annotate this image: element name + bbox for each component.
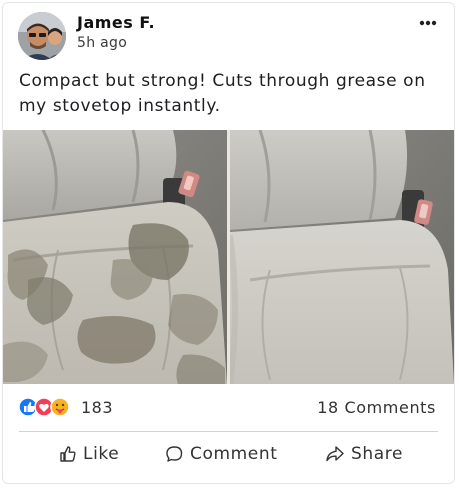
after-photo[interactable] <box>227 129 454 385</box>
more-options-icon[interactable] <box>416 15 440 31</box>
divider <box>19 431 438 432</box>
like-label: Like <box>83 444 120 464</box>
author-name[interactable]: James F. <box>77 13 155 32</box>
post-actions: Like Comment Share <box>3 435 454 475</box>
avatar[interactable] <box>18 12 66 60</box>
post-stats: 183 18 Comments <box>3 393 454 423</box>
reaction-count[interactable]: 183 <box>81 398 113 417</box>
reaction-icons[interactable] <box>18 396 78 418</box>
post-timestamp[interactable]: 5h ago <box>77 35 127 51</box>
like-button[interactable]: Like <box>59 439 119 469</box>
share-label: Share <box>351 444 404 464</box>
post-text: Compact but strong! Cuts through grease … <box>19 71 426 116</box>
before-photo[interactable] <box>3 129 227 384</box>
comment-icon <box>166 446 183 462</box>
comment-label: Comment <box>190 444 278 464</box>
share-icon <box>326 446 344 462</box>
post-card: James F. 5h ago Compact but strong! Cuts… <box>2 2 455 484</box>
post-header: James F. 5h ago <box>3 3 454 65</box>
comments-count[interactable]: 18 Comments <box>317 398 436 417</box>
care-icon <box>50 397 70 417</box>
thumbs-up-icon <box>60 446 76 462</box>
share-button[interactable]: Share <box>325 439 403 469</box>
post-photos[interactable] <box>3 129 454 385</box>
comment-button[interactable]: Comment <box>165 439 278 469</box>
